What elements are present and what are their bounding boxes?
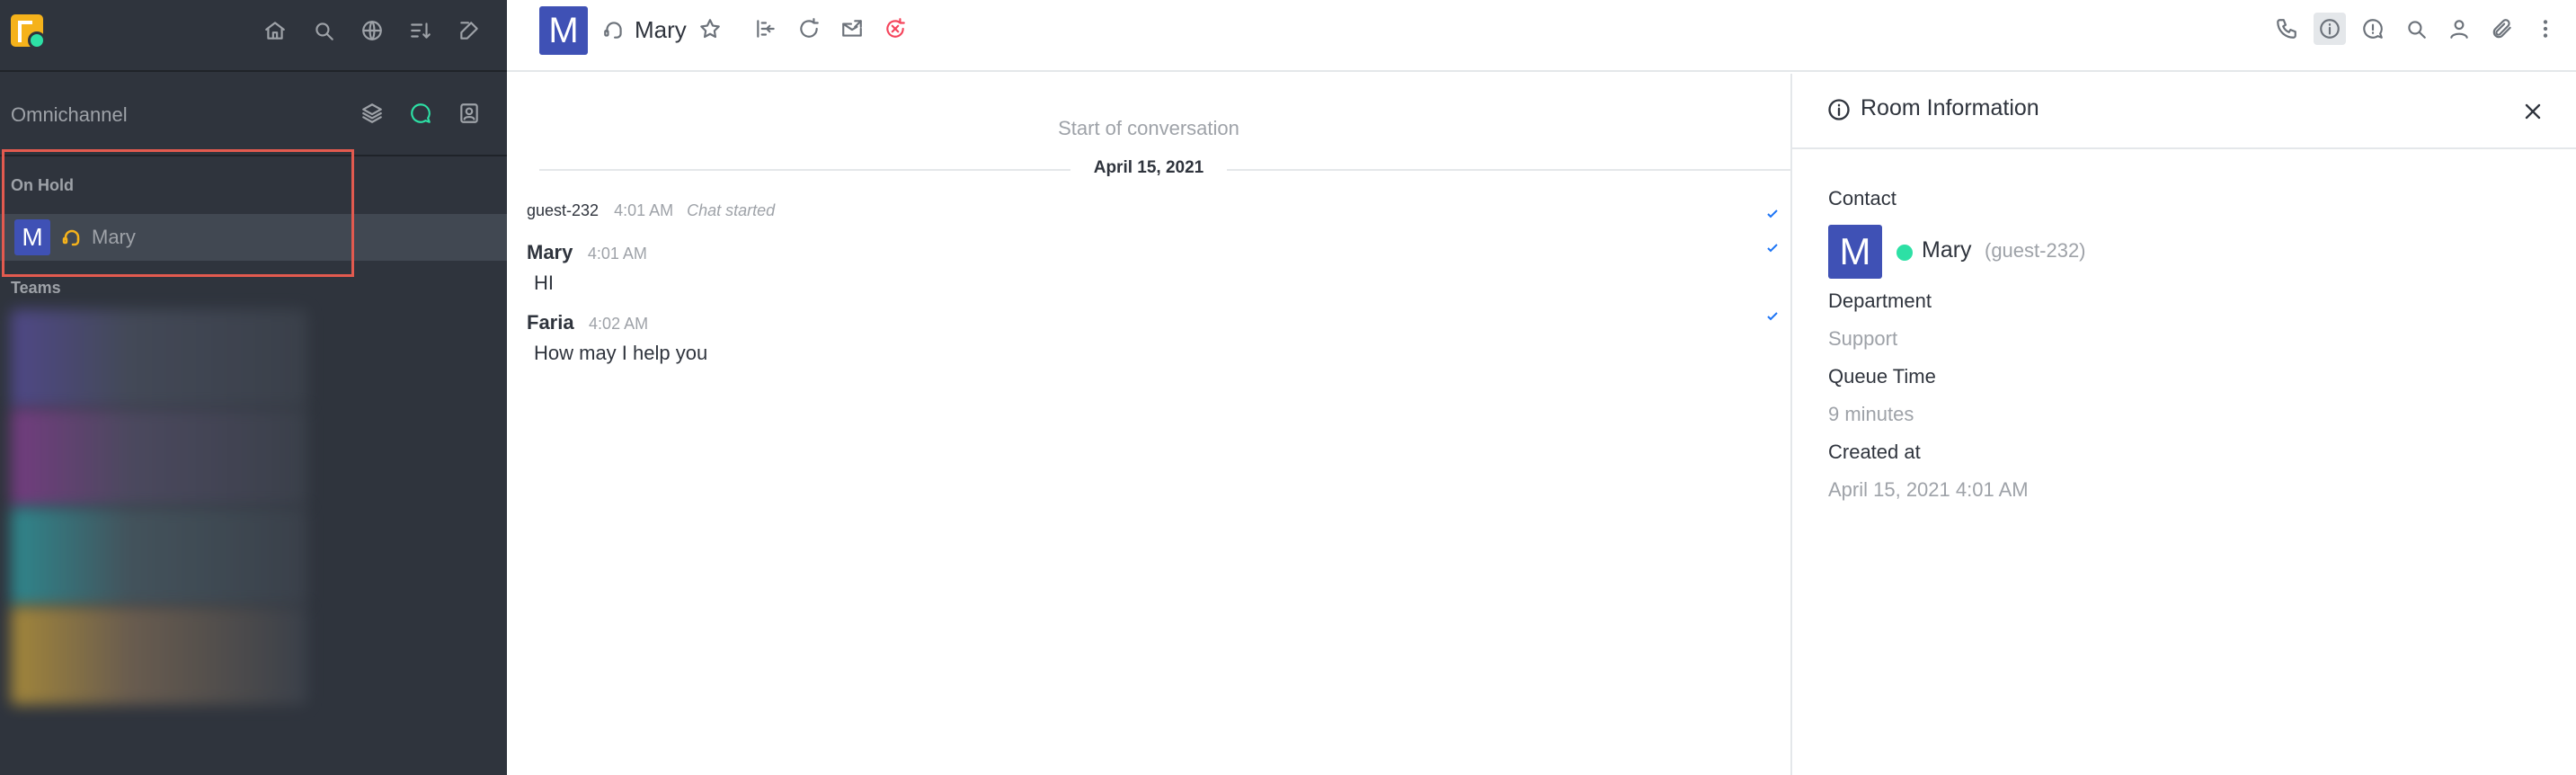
message-user[interactable]: guest-232 <box>527 201 599 219</box>
home-icon[interactable] <box>259 14 291 47</box>
read-receipt-icon <box>1765 241 1780 255</box>
system-message: guest-232 4:01 AM Chat started <box>527 201 775 220</box>
date-label: April 15, 2021 <box>1070 158 1228 177</box>
directory-icon[interactable] <box>356 14 388 47</box>
discussion-icon[interactable] <box>2357 13 2389 45</box>
omnichannel-bar: Omnichannel <box>0 74 507 156</box>
read-receipt-icon <box>1765 309 1780 324</box>
message-body: How may I help you <box>534 342 708 364</box>
sort-icon[interactable] <box>404 14 437 47</box>
message[interactable]: Mary 4:01 AM HI <box>527 241 647 295</box>
sidebar: Omnichannel On Hold M Mary Teams <box>0 0 507 775</box>
panel-header: Room Information <box>1792 74 2576 149</box>
message-user[interactable]: Faria <box>527 311 574 334</box>
omnichannel-toolbar <box>356 97 485 129</box>
contact-label: Contact <box>1828 187 1896 209</box>
created-at-label: Created at <box>1828 441 1921 463</box>
headset-icon <box>62 229 80 246</box>
call-icon[interactable] <box>2270 13 2303 45</box>
room-item-label: Mary <box>92 226 136 248</box>
room-info-panel: Room Information Contact M Mary (guest-2… <box>1790 74 2576 775</box>
files-icon[interactable] <box>2486 13 2518 45</box>
avatar[interactable]: M <box>1828 225 1882 279</box>
avatar[interactable]: M <box>539 6 588 55</box>
message-body: HI <box>534 272 554 294</box>
close-icon[interactable] <box>2517 95 2549 128</box>
search-messages-icon[interactable] <box>2400 13 2432 45</box>
message-user[interactable]: Mary <box>527 241 573 263</box>
contact-icon[interactable] <box>2443 13 2475 45</box>
system-message-text: Chat started <box>687 201 776 219</box>
transcript-icon[interactable] <box>836 13 868 45</box>
group-label-teams: Teams <box>11 279 61 297</box>
department-value: Support <box>1828 327 1898 350</box>
contact-name[interactable]: Mary <box>1922 237 1972 263</box>
blurred-room-list <box>11 309 307 723</box>
chat-icon[interactable] <box>404 97 437 129</box>
contact-center-icon[interactable] <box>453 97 485 129</box>
start-of-conversation: Start of conversation <box>1058 117 1239 139</box>
room-title: Mary <box>635 16 687 43</box>
headset-icon <box>604 22 622 39</box>
queue-time-label: Queue Time <box>1828 365 1936 388</box>
kebab-icon[interactable] <box>2529 13 2562 45</box>
sidebar-header <box>0 0 507 72</box>
contact-username: (guest-232) <box>1985 239 2086 262</box>
group-label-on-hold: On Hold <box>11 176 74 194</box>
message-time: 4:01 AM <box>587 245 647 263</box>
forward-icon[interactable] <box>793 13 825 45</box>
queue-time-value: 9 minutes <box>1828 403 1914 425</box>
room-header: M Mary <box>507 0 2576 72</box>
omnichannel-title: Omnichannel <box>11 103 128 126</box>
close-chat-icon[interactable] <box>879 13 911 45</box>
room-item-mary[interactable]: M Mary <box>0 214 507 261</box>
info-icon <box>1826 97 1852 127</box>
panel-title: Room Information <box>1861 95 2039 120</box>
room-info-icon[interactable] <box>2314 13 2346 45</box>
message-time: 4:02 AM <box>589 315 649 333</box>
message-time: 4:01 AM <box>614 201 674 219</box>
move-to-queue-icon[interactable] <box>750 13 782 45</box>
favorite-star-icon[interactable] <box>694 13 726 45</box>
create-new-icon[interactable] <box>453 14 485 47</box>
sidebar-toolbar <box>259 14 485 47</box>
message[interactable]: Faria 4:02 AM How may I help you <box>527 311 707 365</box>
message-list: Start of conversation April 15, 2021 gue… <box>507 74 1792 775</box>
date-label-wrap: April 15, 2021 <box>507 158 1790 178</box>
avatar: M <box>14 219 50 255</box>
workspace-logo[interactable] <box>11 14 46 49</box>
room-toolbar <box>2270 13 2562 45</box>
queue-icon[interactable] <box>356 97 388 129</box>
omnichannel-actions <box>750 13 911 45</box>
search-icon[interactable] <box>307 14 340 47</box>
online-status-badge <box>1896 245 1913 261</box>
read-receipt-icon <box>1765 207 1780 221</box>
department-label: Department <box>1828 290 1932 312</box>
created-at-value: April 15, 2021 4:01 AM <box>1828 478 2029 501</box>
